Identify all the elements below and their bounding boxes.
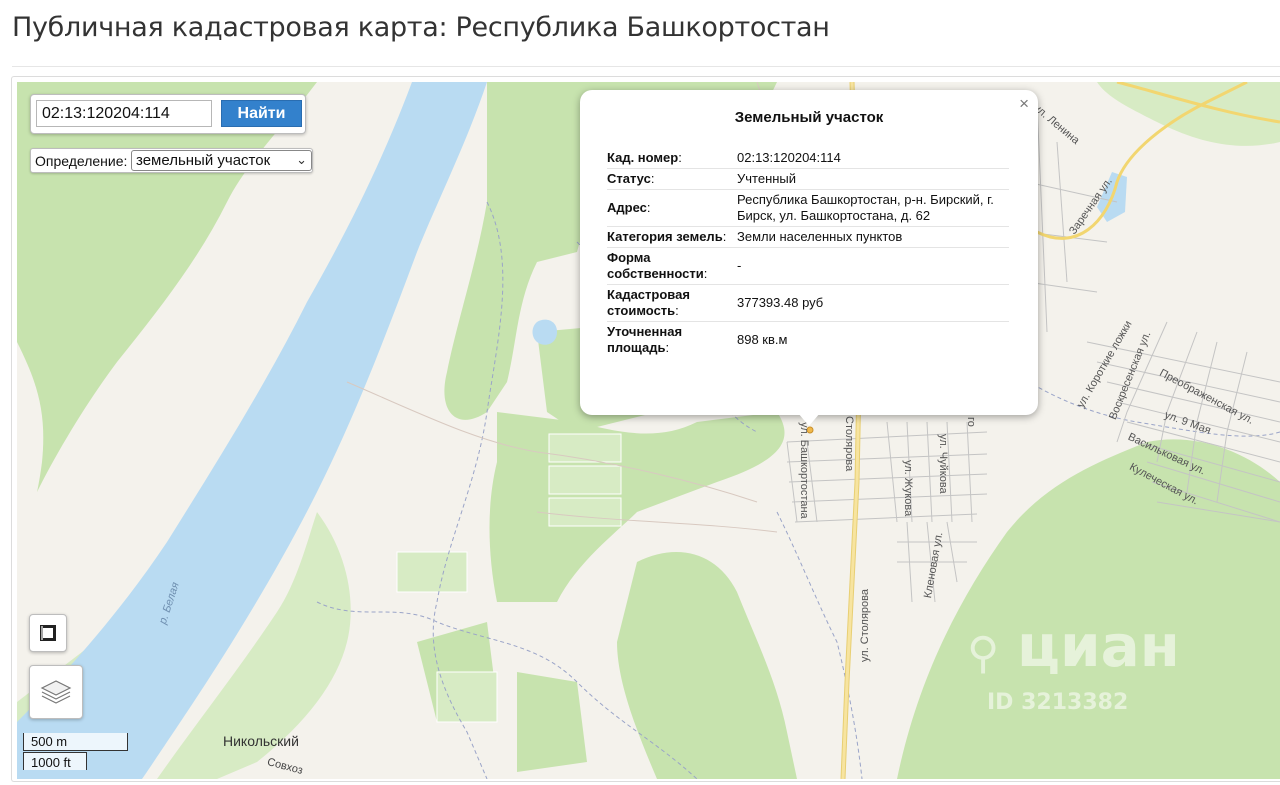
fullscreen-icon [40,625,56,641]
map-label-street-stolyarova-1: Столярова [843,416,855,472]
row-label: Категория земель: [607,226,737,248]
row-value: Учтенный [737,168,1009,190]
definition-selected: земельный участок [136,152,271,169]
layers-icon [40,680,72,704]
scale-imperial-bar: 1000 ft [23,752,87,770]
table-row: Уточненная площадь: 898 кв.м [607,322,1009,359]
table-row: Адрес: Республика Башкортостан, р-н. Бир… [607,189,1009,227]
row-label: Кадастровая стоимость: [607,284,737,322]
row-value: 377393.48 руб [737,284,1009,322]
table-row: Форма собственности: - [607,247,1009,285]
parcel-info-popup: × Земельный участок Кад. номер: 02:13:12… [580,90,1038,426]
map-label-street-fragment: го [965,417,977,427]
scale-metric: 500 m [31,734,68,749]
parcel-info-table: Кад. номер: 02:13:120204:114 Статус: Учт… [607,148,1009,358]
row-value: Земли населенных пунктов [737,226,1009,248]
table-row: Категория земель: Земли населенных пункт… [607,226,1009,248]
search-button[interactable]: Найти [221,100,302,127]
fullscreen-button[interactable] [29,614,67,652]
row-value: 02:13:120204:114 [737,148,1009,169]
layers-button[interactable] [29,665,83,719]
definition-select[interactable]: земельный участок ⌄ [131,150,312,171]
table-row: Кад. номер: 02:13:120204:114 [607,148,1009,169]
row-label: Кад. номер: [607,148,737,169]
popup-title: Земельный участок [734,109,884,126]
chevron-down-icon: ⌄ [296,152,307,167]
pin-icon: ⚲ [967,628,1000,679]
page-title: Публичная кадастровая карта: Республика … [12,12,830,43]
row-label: Адрес: [607,189,737,227]
map-label-street-stolyarova-2: ул. Столярова [859,589,871,662]
table-row: Кадастровая стоимость: 377393.48 руб [607,284,1009,322]
map-canvas[interactable]: р. Белая Никольский Совхоз ул. Башкортос… [17,82,1280,779]
watermark-brand: циан [1017,612,1180,680]
row-label: Уточненная площадь: [607,324,683,355]
definition-panel: Определение: земельный участок ⌄ [30,148,313,173]
map-label-street-bashkortostana: ул. Башкортостана [798,422,810,519]
row-value: 898 кв.м [737,332,788,347]
row-value: - [737,247,1009,285]
search-input[interactable] [36,100,212,127]
search-panel: Найти [30,94,306,134]
scale-metric-bar: 500 m [23,733,128,751]
map-label-street-chuikova: ул. Чуйкова [937,434,949,494]
table-row: Статус: Учтенный [607,168,1009,190]
title-divider [12,66,1280,67]
row-label: Статус: [607,168,737,190]
map-label-village: Никольский [223,733,299,749]
watermark-id: ID 3213382 [987,690,1129,715]
scale-imperial: 1000 ft [31,755,71,770]
row-label: Форма собственности: [607,247,737,285]
row-value: Республика Башкортостан, р-н. Бирский, г… [737,189,1009,227]
definition-label: Определение: [35,153,128,169]
map-label-street-zhukova: ул. Жукова [902,460,914,517]
popup-pointer [798,413,820,426]
